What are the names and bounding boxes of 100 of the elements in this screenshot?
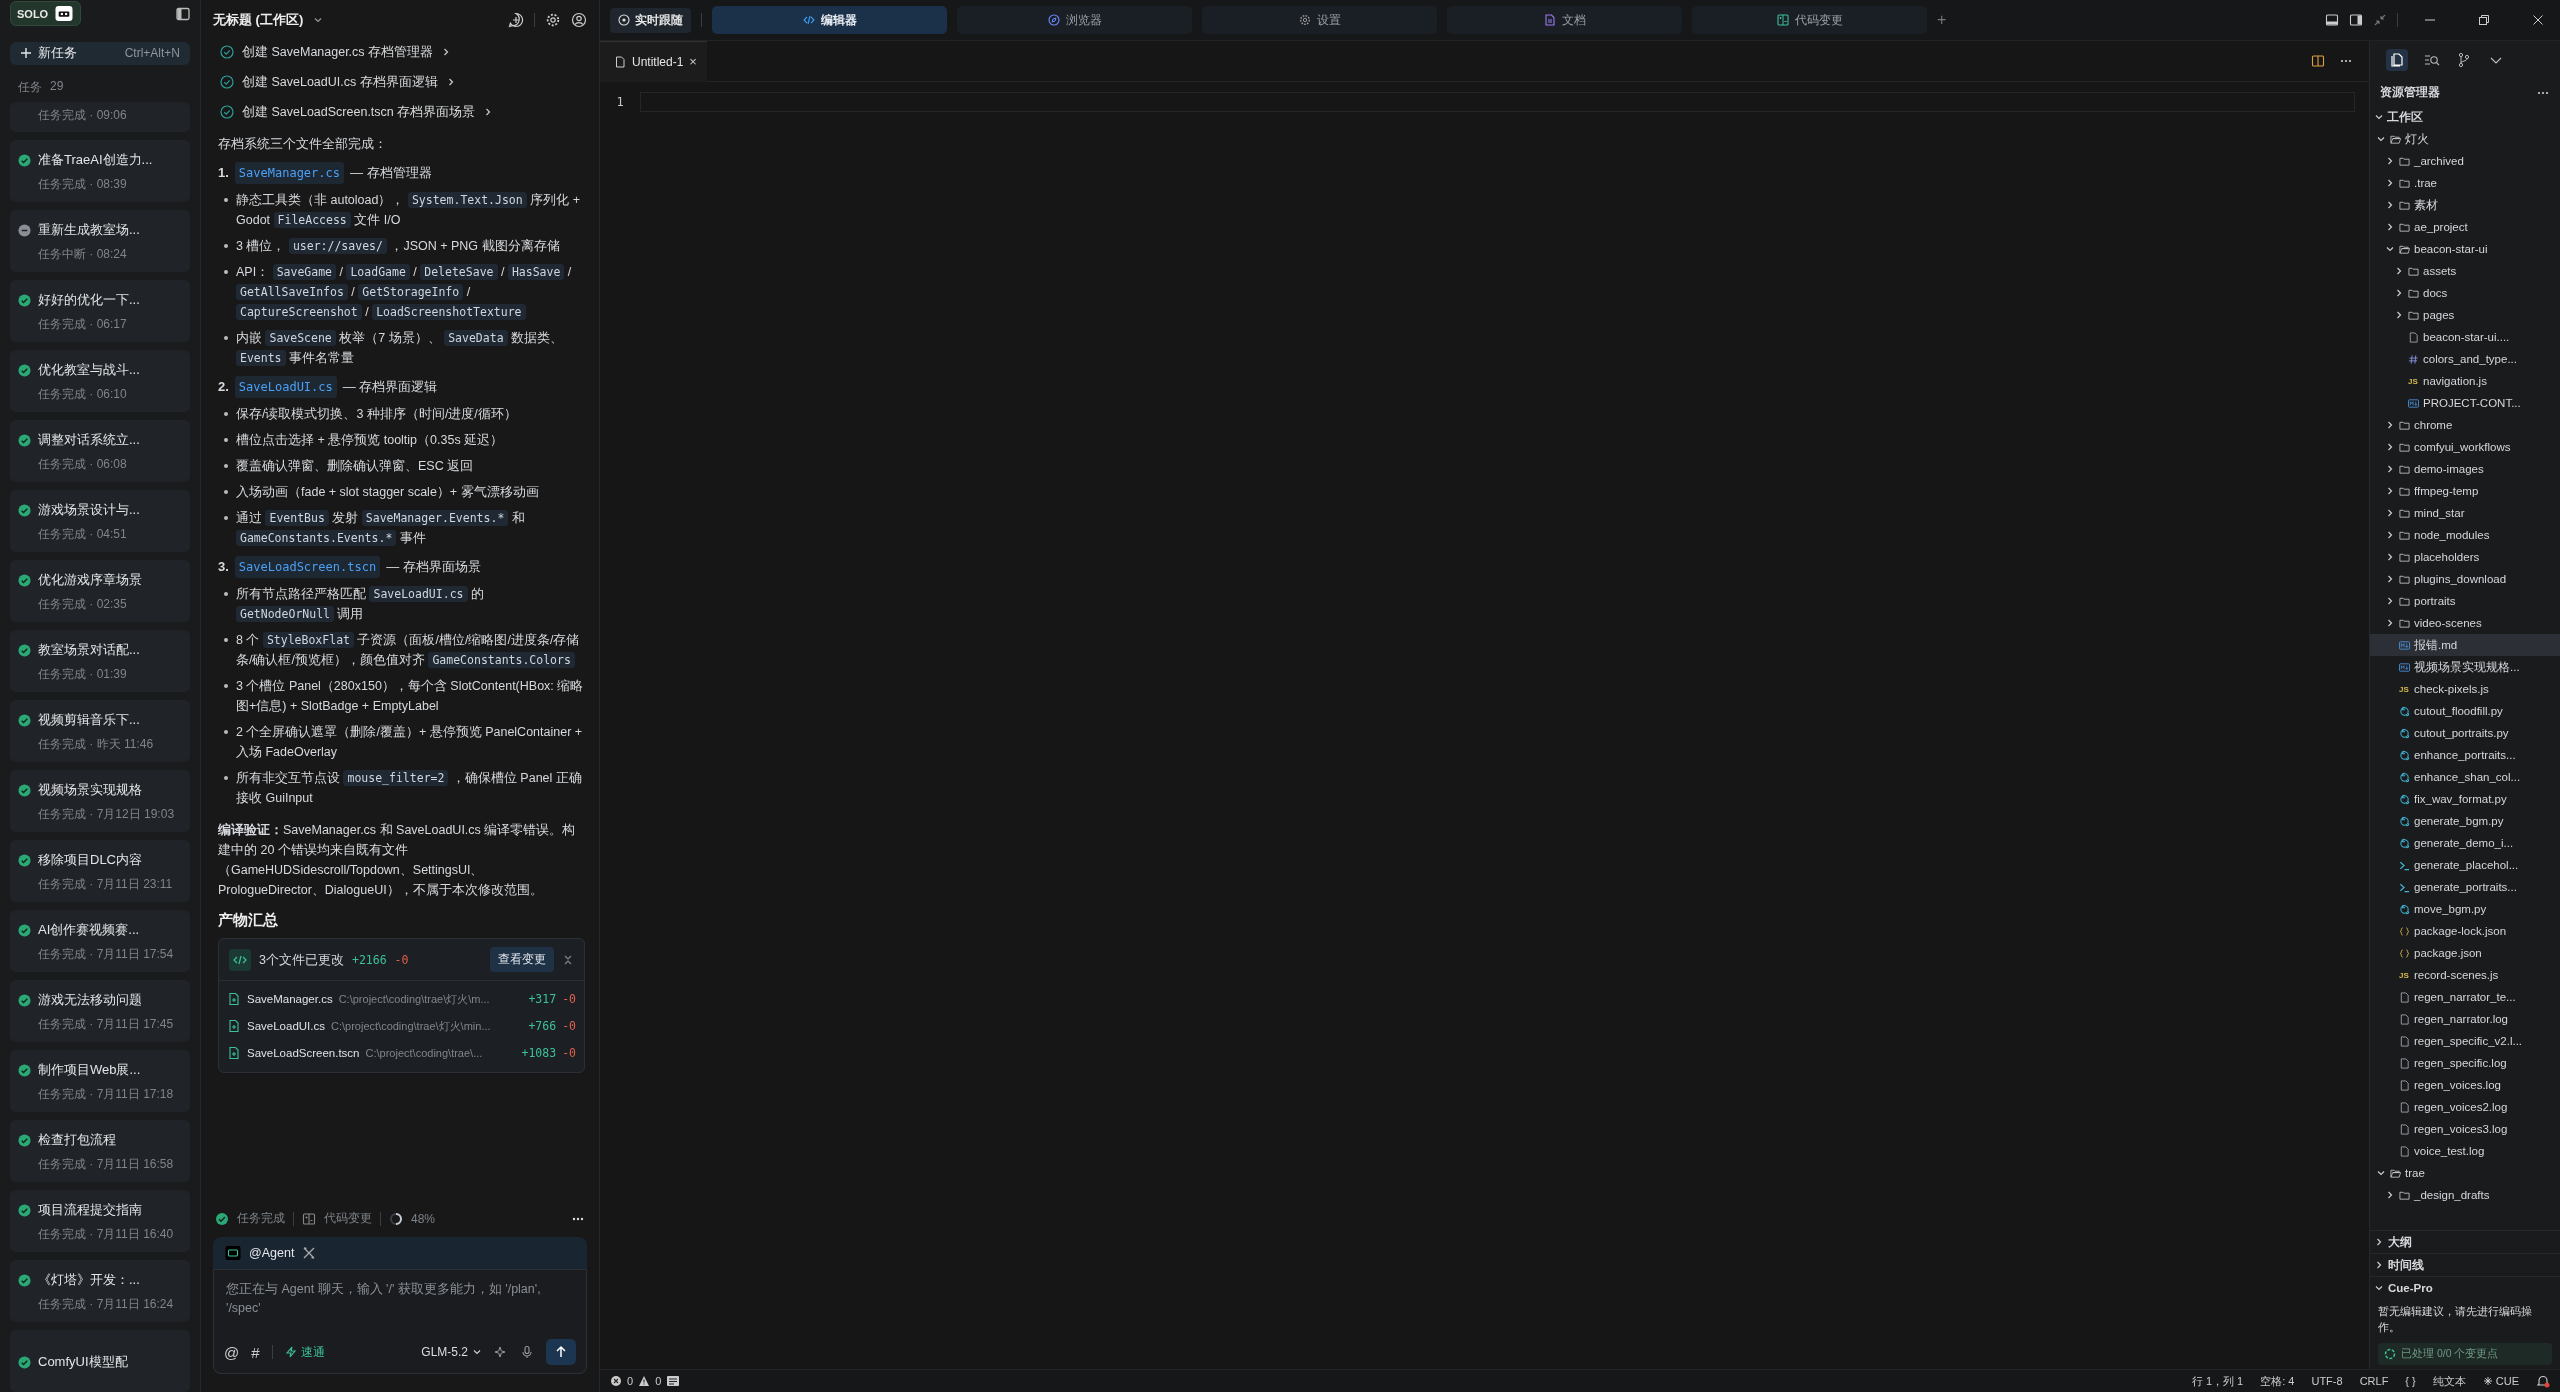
chevron-down-icon[interactable] xyxy=(313,15,324,25)
close-tab-button[interactable]: × xyxy=(689,54,697,69)
tree-item[interactable]: 报错.md xyxy=(2370,634,2560,656)
warning-icon[interactable] xyxy=(638,1375,651,1387)
step-text[interactable]: 创建 SaveLoadUI.cs 存档界面逻辑 xyxy=(242,72,438,92)
view-tab[interactable]: 代码变更 xyxy=(1692,6,1927,34)
task-item[interactable]: 调整对话系统立... 任务完成 · 06:08 xyxy=(10,420,190,482)
tree-item[interactable]: assets xyxy=(2370,260,2560,282)
status-item[interactable]: { } xyxy=(2405,1375,2416,1387)
task-item[interactable]: 《灯塔》开发：... 任务完成 · 7月11日 16:24 xyxy=(10,1260,190,1322)
settings-icon[interactable] xyxy=(545,12,561,28)
tree-item[interactable]: node_modules xyxy=(2370,524,2560,546)
task-item[interactable]: 移除项目DLC内容 任务完成 · 7月11日 23:11 xyxy=(10,840,190,902)
task-item[interactable]: 优化游戏序章场景 任务完成 · 02:35 xyxy=(10,560,190,622)
task-item[interactable]: 任务完成 · 09:06 xyxy=(10,102,190,132)
workspace-header[interactable]: 工作区 xyxy=(2370,106,2560,128)
tree-item[interactable]: placeholders xyxy=(2370,546,2560,568)
status-item[interactable]: CRLF xyxy=(2359,1375,2389,1387)
tree-item[interactable]: beacon-star-ui xyxy=(2370,238,2560,260)
task-item[interactable]: 检查打包流程 任务完成 · 7月11日 16:58 xyxy=(10,1120,190,1182)
tree-item[interactable]: fix_wav_format.py xyxy=(2370,788,2560,810)
task-item[interactable]: 视频剪辑音乐下... 任务完成 · 昨天 11:46 xyxy=(10,700,190,762)
tree-item[interactable]: enhance_shan_col... xyxy=(2370,766,2560,788)
tree-item[interactable]: regen_voices2.log xyxy=(2370,1096,2560,1118)
tree-item[interactable]: regen_narrator_te... xyxy=(2370,986,2560,1008)
tree-item[interactable]: 灯火 xyxy=(2370,128,2560,150)
tree-item[interactable]: PROJECT-CONT... xyxy=(2370,392,2560,414)
view-tab[interactable]: 浏览器 xyxy=(957,6,1192,34)
panel-header[interactable]: Cue-Pro xyxy=(2370,1276,2560,1299)
task-item[interactable]: 游戏场景设计与... 任务完成 · 04:51 xyxy=(10,490,190,552)
changed-file-row[interactable]: SaveLoadUI.cs C:\project\coding\trae\灯火\min... +766 -0 xyxy=(227,1012,576,1039)
tree-item[interactable]: ae_project xyxy=(2370,216,2560,238)
terminal-icon[interactable] xyxy=(666,1374,681,1388)
account-icon[interactable] xyxy=(571,12,587,28)
collapse-icon[interactable] xyxy=(562,953,574,966)
tree-item[interactable]: portraits xyxy=(2370,590,2560,612)
step-text[interactable]: 创建 SaveManager.cs 存档管理器 xyxy=(242,42,434,62)
editor-tab[interactable]: Untitled-1 × xyxy=(600,40,707,82)
status-item[interactable]: UTF-8 xyxy=(2311,1375,2343,1387)
tree-item[interactable]: beacon-star-ui.... xyxy=(2370,326,2560,348)
tree-item[interactable]: generate_portraits... xyxy=(2370,876,2560,898)
tree-item[interactable]: chrome xyxy=(2370,414,2560,436)
task-item[interactable]: AI创作赛视频赛... 任务完成 · 7月11日 17:54 xyxy=(10,910,190,972)
view-tab[interactable]: 设置 xyxy=(1202,6,1437,34)
tree-item[interactable]: cutout_floodfill.py xyxy=(2370,700,2560,722)
mention-button[interactable]: @ xyxy=(224,1343,240,1361)
task-item[interactable]: 准备TraeAI创造力... 任务完成 · 08:39 xyxy=(10,140,190,202)
tree-item[interactable]: regen_specific_v2.l... xyxy=(2370,1030,2560,1052)
panel-header[interactable]: 时间线 xyxy=(2370,1253,2560,1276)
tree-item[interactable]: pages xyxy=(2370,304,2560,326)
code-changes-link[interactable]: 代码变更 xyxy=(324,1210,372,1227)
tree-item[interactable]: _archived xyxy=(2370,150,2560,172)
status-item[interactable]: 空格: 4 xyxy=(2260,1373,2295,1389)
sidebar-toggle-icon[interactable] xyxy=(176,6,190,21)
new-task-button[interactable]: 新任务 Ctrl+Alt+N xyxy=(10,41,190,65)
agent-label[interactable]: @Agent xyxy=(249,1246,295,1260)
tree-item[interactable]: JS check-pixels.js xyxy=(2370,678,2560,700)
task-item[interactable]: 游戏无法移动问题 任务完成 · 7月11日 17:45 xyxy=(10,980,190,1042)
mode-button[interactable]: 速通 xyxy=(284,1343,325,1361)
tree-item[interactable]: cutout_portraits.py xyxy=(2370,722,2560,744)
changed-file-row[interactable]: SaveLoadScreen.tscn C:\project\coding\trae\... +1083 -0 xyxy=(227,1039,576,1066)
task-item[interactable]: 制作项目Web展... 任务完成 · 7月11日 17:18 xyxy=(10,1050,190,1112)
status-item[interactable]: 纯文本 xyxy=(2432,1373,2466,1389)
step-text[interactable]: 创建 SaveLoadScreen.tscn 存档界面场景 xyxy=(242,102,476,122)
tree-item[interactable]: mind_star xyxy=(2370,502,2560,524)
tree-item[interactable]: comfyui_workflows xyxy=(2370,436,2560,458)
task-item[interactable]: ComfyUI模型配 xyxy=(10,1330,190,1392)
solo-badge[interactable]: SOLO xyxy=(10,1,82,27)
tree-item[interactable]: plugins_download xyxy=(2370,568,2560,590)
chat-title[interactable]: 无标题 (工作区) xyxy=(213,11,304,29)
tree-item[interactable]: package-lock.json xyxy=(2370,920,2560,942)
tree-item[interactable]: generate_placehol... xyxy=(2370,854,2560,876)
tree-item[interactable]: regen_voices.log xyxy=(2370,1074,2560,1096)
split-editor-icon[interactable] xyxy=(2311,54,2325,68)
status-item[interactable]: 行 1，列 1 xyxy=(2191,1373,2244,1389)
tree-item[interactable]: JS record-scenes.js xyxy=(2370,964,2560,986)
tree-item[interactable]: generate_demo_i... xyxy=(2370,832,2560,854)
shrink-icon[interactable] xyxy=(2373,13,2387,27)
panel-header[interactable]: 大纲 xyxy=(2370,1230,2560,1253)
tree-item[interactable]: package.json xyxy=(2370,942,2560,964)
task-item[interactable]: 好好的优化一下... 任务完成 · 06:17 xyxy=(10,280,190,342)
tree-item[interactable]: demo-images xyxy=(2370,458,2560,480)
status-item[interactable]: CUE xyxy=(2482,1375,2519,1387)
tree-item[interactable]: 视频场景实现规格... xyxy=(2370,656,2560,678)
live-follow-button[interactable]: 实时跟随 xyxy=(610,7,691,33)
tree-item[interactable]: generate_bgm.py xyxy=(2370,810,2560,832)
message-input[interactable]: 您正在与 Agent 聊天，输入 '/' 获取更多能力，如 '/plan', '/spec' @ # 速通 GLM-5.2 xyxy=(213,1269,587,1374)
tree-item[interactable]: move_bgm.py xyxy=(2370,898,2560,920)
sparkle-icon[interactable] xyxy=(494,1345,508,1359)
tree-item[interactable]: trae xyxy=(2370,1162,2560,1184)
tree-item[interactable]: regen_specific.log xyxy=(2370,1052,2560,1074)
panel-bottom-icon[interactable] xyxy=(2325,13,2339,27)
task-item[interactable]: 优化教室与战斗... 任务完成 · 06:10 xyxy=(10,350,190,412)
panel-right-icon[interactable] xyxy=(2349,13,2363,27)
task-item[interactable]: 重新生成教室场... 任务中断 · 08:24 xyxy=(10,210,190,272)
warning-count[interactable]: 0 xyxy=(655,1375,662,1387)
task-item[interactable]: 教室场景对话配... 任务完成 · 01:39 xyxy=(10,630,190,692)
view-tab[interactable]: 编辑器 xyxy=(712,6,947,34)
notification-icon[interactable] xyxy=(2536,1374,2550,1388)
search-icon[interactable] xyxy=(2424,52,2440,68)
